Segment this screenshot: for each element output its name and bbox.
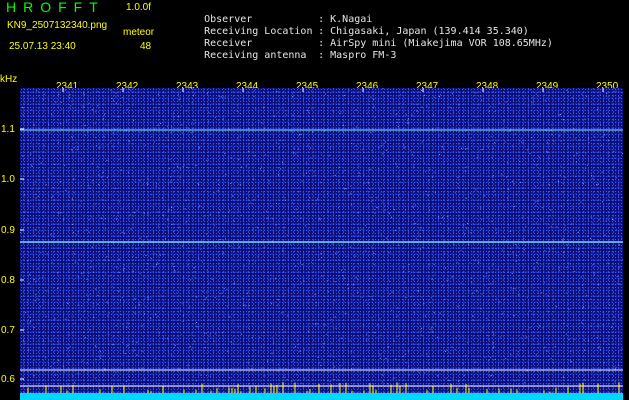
datetime-label: 25.07.13 23:40 bbox=[9, 41, 76, 52]
info-value: : Maspro FM-3 bbox=[318, 50, 397, 61]
level-bar bbox=[20, 393, 623, 400]
noise-texture bbox=[20, 88, 623, 385]
app-logo: HROFFT bbox=[6, 0, 105, 15]
y-tick-label: 0.6 bbox=[1, 374, 15, 385]
y-tick-label: 0.7 bbox=[1, 325, 15, 336]
meteor-count-label: meteor bbox=[123, 27, 155, 38]
version-label: 1.0.0f bbox=[126, 2, 152, 13]
spectrogram-overlay bbox=[20, 88, 623, 394]
y-axis-unit: kHz bbox=[0, 74, 18, 85]
y-tick-label: 1.0 bbox=[1, 174, 15, 185]
filename-label: KN9_2507132340.png bbox=[7, 20, 108, 31]
y-tick-label: 0.8 bbox=[1, 275, 15, 286]
meteor-count-value: 48 bbox=[140, 41, 152, 52]
info-label: Receiving antenna bbox=[204, 50, 307, 61]
y-tick-label: 1.1 bbox=[1, 124, 15, 135]
y-tick-label: 0.9 bbox=[1, 225, 15, 236]
hrofft-window: HROFFT 1.0.0f KN9_2507132340.png meteor … bbox=[0, 0, 629, 400]
spectrogram-plot bbox=[20, 88, 623, 394]
info-antenna: Receiving antenna : Maspro FM-3 bbox=[180, 38, 396, 74]
